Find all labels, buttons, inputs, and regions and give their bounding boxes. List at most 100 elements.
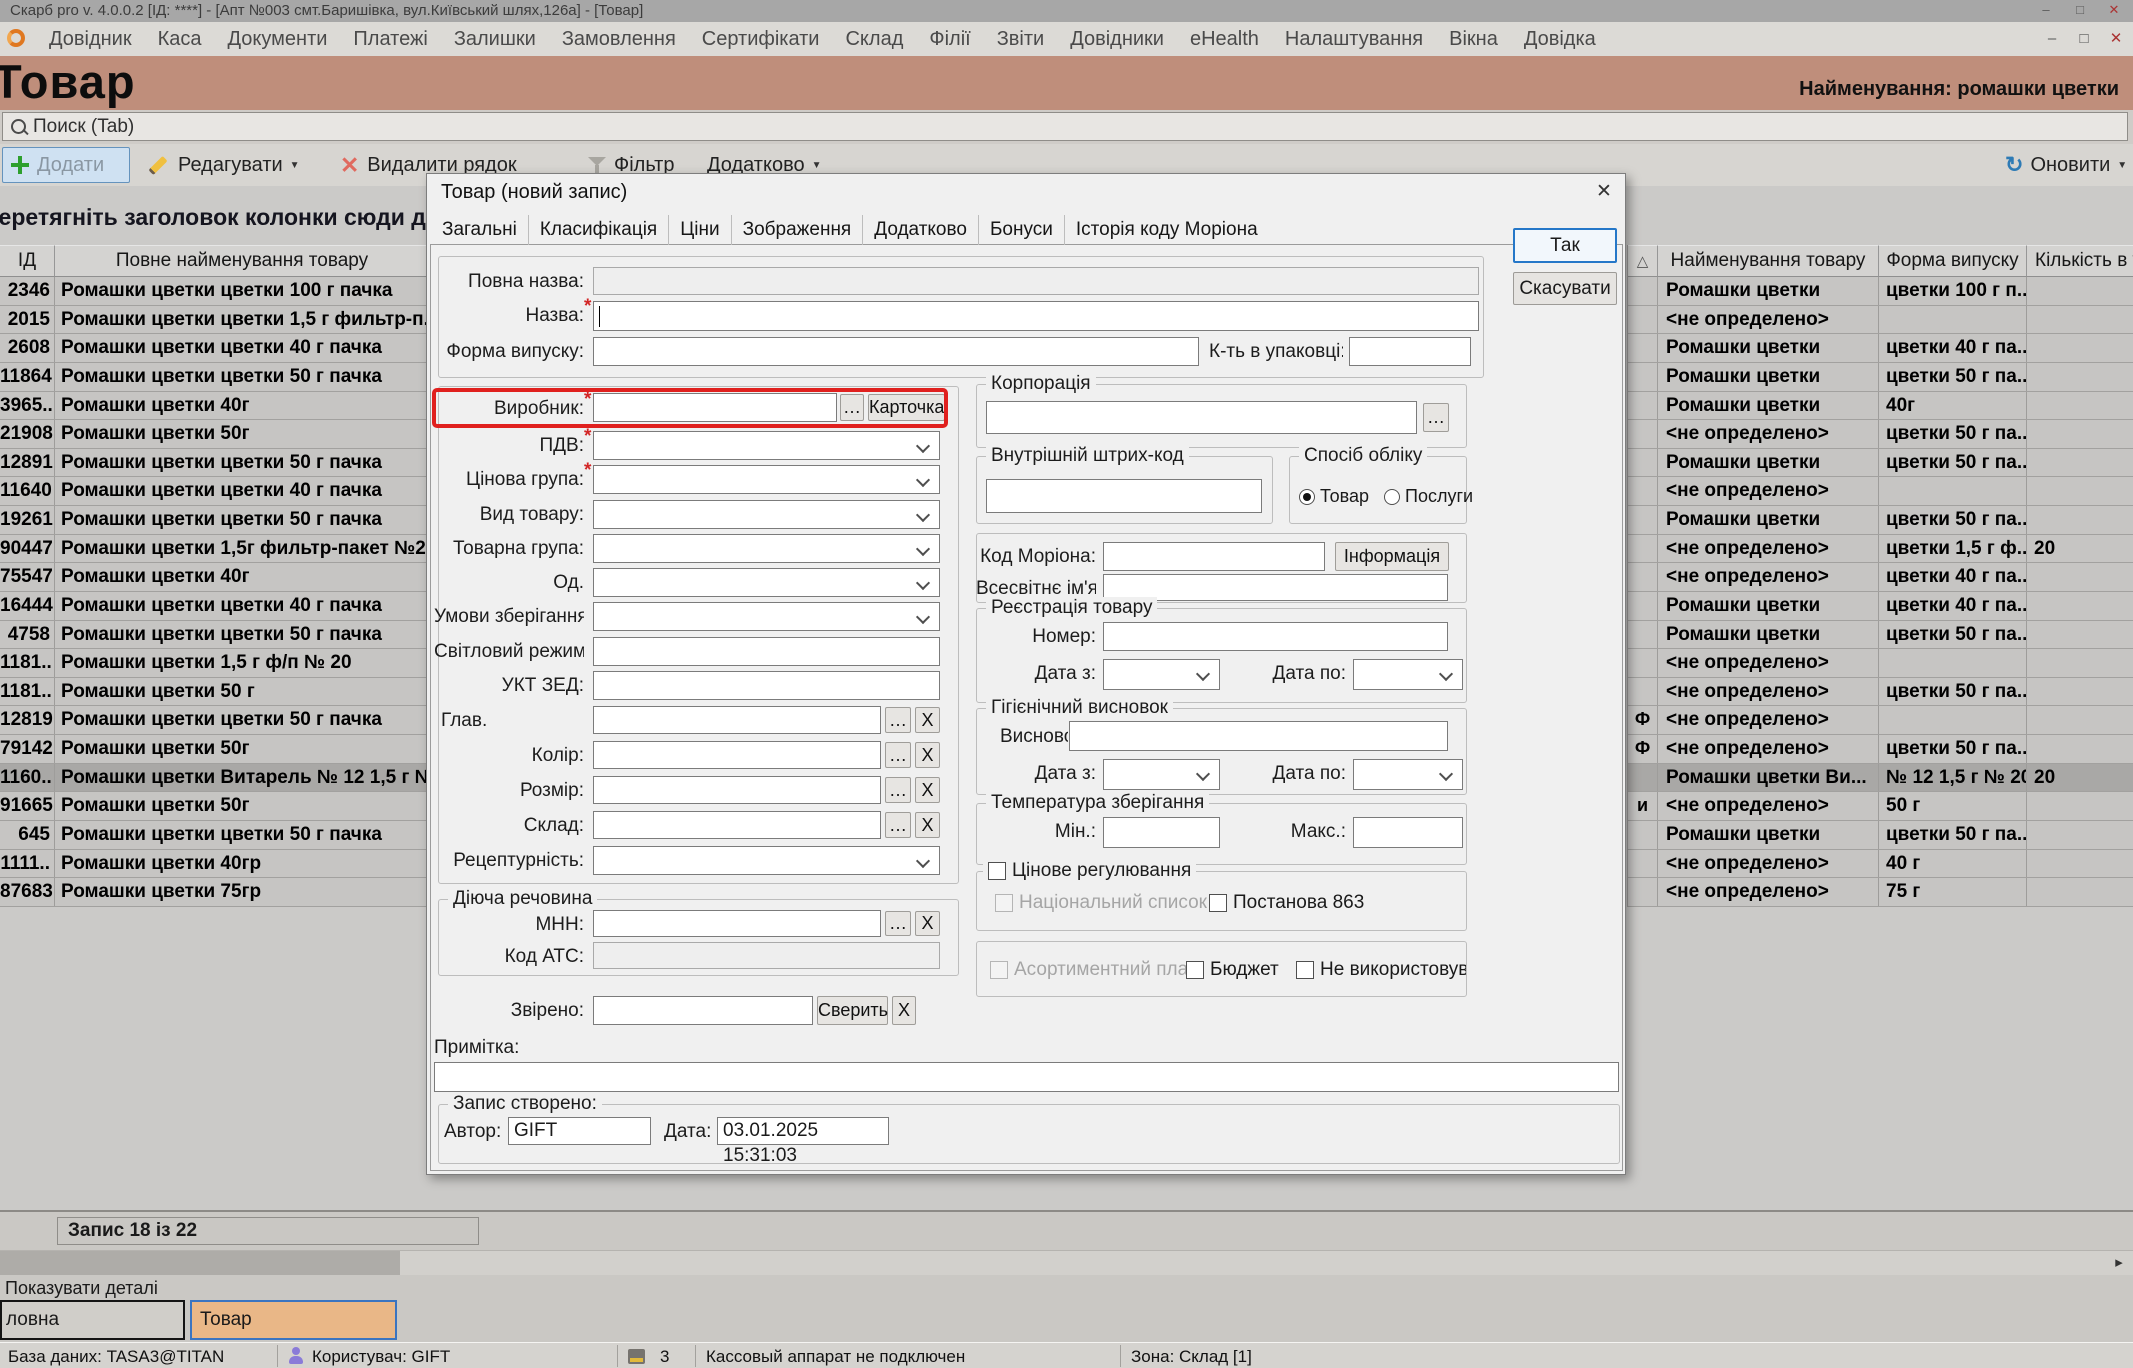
table-row[interactable]: <не определено> [1628,649,2133,678]
color-clear-button[interactable]: X [915,742,940,768]
table-row[interactable]: Ромашки цветки цветки 50 г па... [1628,821,2133,850]
not-used-checkbox[interactable]: Не використовув [1296,959,1467,981]
refresh-button[interactable]: ↻ Оновити ▼ [2005,147,2127,183]
table-row[interactable]: 21908 Ромашки цветки 50г [0,420,430,449]
dialog-tab[interactable]: Ціни [669,215,731,245]
table-row[interactable]: <не определено> 40 г [1628,850,2133,879]
table-row[interactable]: <не определено> 75 г [1628,878,2133,907]
verified-field[interactable] [593,996,813,1025]
mnn-browse-button[interactable]: … [885,911,911,936]
reg-date-to-select[interactable] [1353,659,1463,690]
mnn-clear-button[interactable]: X [915,911,940,936]
table-row[interactable]: <не определено> цветки 50 г па... [1628,678,2133,707]
table-row[interactable]: Ромашки цветки Ви... № 12 1,5 г № 20 20 [1628,764,2133,793]
table-row[interactable]: <не определено> [1628,306,2133,335]
menu-item[interactable]: Залишки [441,28,549,51]
menu-item[interactable]: Вікна [1436,28,1511,51]
table-row[interactable]: Ромашки цветки цветки 100 г п... [1628,277,2133,306]
price-group-select[interactable] [593,465,940,494]
column-header-sort-icon[interactable]: △ [1628,245,1658,277]
dialog-close-icon[interactable]: ✕ [1591,179,1617,205]
size-browse-button[interactable]: … [885,777,911,803]
hyg-date-to-select[interactable] [1353,759,1463,790]
table-row[interactable]: 1160.. Ромашки цветки Витарель № 12 1,5 … [0,764,430,793]
corporation-field[interactable] [986,401,1417,434]
recipe-select[interactable] [593,846,940,875]
table-row[interactable]: <не определено> цветки 50 г па... [1628,420,2133,449]
menu-item[interactable]: eHealth [1177,28,1272,51]
dialog-tab[interactable]: Загальні [431,215,529,245]
color-browse-button[interactable]: … [885,742,911,768]
table-row[interactable]: 16444 Ромашки цветки цветки 40 г пачка [0,592,430,621]
reg-number-field[interactable] [1103,622,1448,651]
minimize-icon[interactable]: – [2029,0,2063,22]
glav-field[interactable] [593,706,881,734]
menu-item[interactable]: Замовлення [549,28,689,51]
light-mode-field[interactable] [593,637,940,666]
table-row[interactable]: 11640 Ромашки цветки цветки 40 г пачка [0,477,430,506]
close-icon[interactable]: ✕ [2097,0,2131,22]
manufacturer-browse-button[interactable]: … [840,394,864,421]
ukt-zed-field[interactable] [593,671,940,700]
table-row[interactable]: 1181.. Ромашки цветки 50 г [0,678,430,707]
table-row[interactable]: и <не определено> 50 г [1628,792,2133,821]
table-row[interactable]: 91665 Ромашки цветки 50г [0,792,430,821]
hyg-date-from-select[interactable] [1103,759,1220,790]
dialog-tab[interactable]: Зображення [732,215,864,245]
menu-item[interactable]: Склад [832,28,916,51]
storage-conditions-select[interactable] [593,602,940,631]
menu-item[interactable]: Філії [916,28,983,51]
glav-clear-button[interactable]: X [915,707,940,733]
unit-select[interactable] [593,568,940,597]
table-row[interactable]: 11864 Ромашки цветки цветки 50 г пачка [0,363,430,392]
info-button[interactable]: Інформація [1335,542,1449,571]
show-details-label[interactable]: Показувати деталі [5,1278,158,1299]
verify-clear-button[interactable]: X [892,996,916,1025]
table-row[interactable]: 2346 Ромашки цветки цветки 100 г пачка [0,277,430,306]
temp-max-field[interactable] [1353,817,1463,848]
internal-barcode-field[interactable] [986,479,1262,513]
table-row[interactable]: 1181.. Ромашки цветки 1,5 г ф/п № 20 [0,649,430,678]
horizontal-scrollbar[interactable]: ▸ [0,1250,2133,1275]
sklad-clear-button[interactable]: X [915,812,940,838]
table-row[interactable]: 75547 Ромашки цветки 40г [0,563,430,592]
menu-item[interactable]: Звіти [984,28,1057,51]
window-tab-main[interactable]: ловна [0,1300,185,1340]
verify-button[interactable]: Сверить [817,996,888,1025]
menu-item[interactable]: Довідники [1057,28,1177,51]
mdi-restore-icon[interactable]: □ [2069,27,2099,51]
table-row[interactable]: Ромашки цветки цветки 40 г па... [1628,592,2133,621]
vat-select[interactable] [593,431,940,460]
search-input[interactable]: Поиск (Tab) [2,112,2128,141]
menu-item[interactable]: Довідка [1511,28,1609,51]
table-row[interactable]: 19261 Ромашки цветки цветки 50 г пачка [0,506,430,535]
pack-qty-field[interactable] [1349,337,1471,366]
menu-item[interactable]: Довідник [36,28,145,51]
price-regulation-checkbox[interactable]: Цінове регулювання [983,860,1196,882]
column-header-name[interactable]: Найменування товару [1658,245,1879,277]
restore-icon[interactable]: □ [2063,0,2097,22]
dialog-tab[interactable]: Додатково [863,215,979,245]
scroll-right-icon[interactable]: ▸ [2107,1251,2131,1275]
morion-code-field[interactable] [1103,542,1325,571]
table-row[interactable]: 90447 Ромашки цветки 1,5г фильтр-пакет №… [0,535,430,564]
budget-checkbox[interactable]: Бюджет [1186,959,1279,981]
radio-tovar[interactable]: Товар [1299,486,1369,507]
table-row[interactable]: 12819 Ромашки цветки цветки 50 г пачка [0,706,430,735]
name-field[interactable] [593,301,1479,331]
table-row[interactable]: 12891 Ромашки цветки цветки 50 г пачка [0,449,430,478]
conclusion-field[interactable] [1069,721,1448,751]
dialog-tab[interactable]: Класифікація [529,215,669,245]
form-field[interactable] [593,337,1199,366]
cancel-button[interactable]: Скасувати [1513,272,1617,305]
mnn-field[interactable] [593,910,881,937]
table-row[interactable]: Ромашки цветки цветки 50 г па... [1628,449,2133,478]
table-row[interactable]: Ф <не определено> цветки 50 г па... [1628,735,2133,764]
table-row[interactable]: <не определено> цветки 40 г па... [1628,563,2133,592]
table-row[interactable]: Ромашки цветки цветки 50 г па... [1628,363,2133,392]
radio-poslugy[interactable]: Послуги [1384,486,1473,507]
table-row[interactable]: Ф <не определено> [1628,706,2133,735]
size-field[interactable] [593,776,881,804]
table-row[interactable]: 2608 Ромашки цветки цветки 40 г пачка [0,334,430,363]
reg-date-from-select[interactable] [1103,659,1220,690]
